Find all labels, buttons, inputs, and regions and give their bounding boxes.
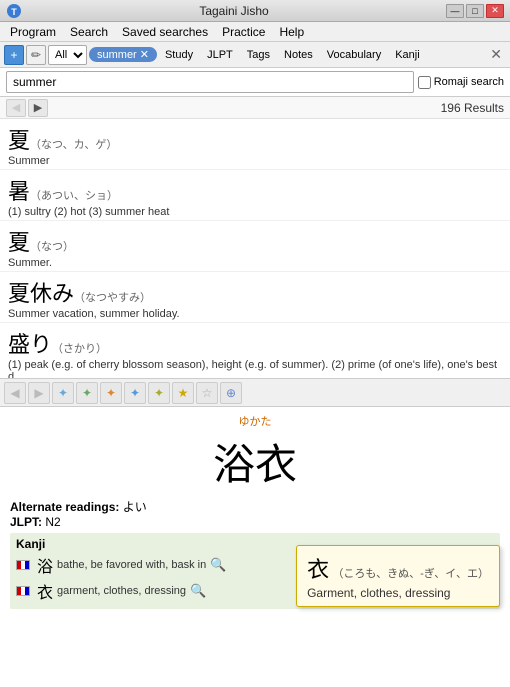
add-button[interactable]: + <box>4 45 24 65</box>
result-item[interactable]: 暑（あつい、ショ） (1) sultry (2) hot (3) summer … <box>0 170 510 221</box>
popup-kanji-line: 衣 （ころも、きぬ、-ぎ、イ、エ） <box>307 552 489 584</box>
action-btn-6[interactable]: ★ <box>172 382 194 404</box>
kanji-meaning-1: bathe, be favored with, bask in <box>57 559 206 571</box>
back-button[interactable]: ◀ <box>6 99 26 117</box>
flag-icon <box>16 560 30 570</box>
tab-vocabulary[interactable]: Vocabulary <box>321 47 387 63</box>
pencil-button[interactable]: ✏ <box>26 45 46 65</box>
history-back-button[interactable]: ◀ <box>4 382 26 404</box>
search-bar: Romaji search <box>0 68 510 97</box>
result-bar: ◀ ▶ 196 Results <box>0 97 510 119</box>
result-kanji-line: 夏（なつ） <box>8 225 502 257</box>
result-item[interactable]: 夏（なつ） Summer. <box>0 221 510 272</box>
result-desc: (1) peak (e.g. of cherry blossom season)… <box>8 359 502 379</box>
minimize-button[interactable]: — <box>446 4 464 18</box>
close-button[interactable]: ✕ <box>486 4 504 18</box>
result-desc: Summer vacation, summer holiday. <box>8 308 502 320</box>
window-controls: — □ ✕ <box>446 4 504 18</box>
detail-alt-readings: Alternate readings: よい <box>10 498 500 515</box>
romaji-checkbox[interactable] <box>418 76 431 89</box>
toolbar: + ✏ All summer ✕ Study JLPT Tags Notes V… <box>0 42 510 68</box>
results-list[interactable]: 夏（なつ、カ、ゲ） Summer 暑（あつい、ショ） (1) sultry (2… <box>0 119 510 379</box>
filter-select[interactable]: All <box>48 45 87 65</box>
tab-kanji[interactable]: Kanji <box>389 47 425 63</box>
result-count: 196 Results <box>441 101 504 115</box>
tab-tags[interactable]: Tags <box>241 47 276 63</box>
action-btn-5[interactable]: ✦ <box>148 382 170 404</box>
kanji-char-1: 浴 <box>37 553 53 577</box>
history-forward-button[interactable]: ▶ <box>28 382 50 404</box>
tab-study[interactable]: Study <box>159 47 199 63</box>
kanji-char-2: 衣 <box>37 579 53 603</box>
menu-search[interactable]: Search <box>64 23 114 41</box>
alt-readings-value: よい <box>123 500 147 514</box>
forward-button[interactable]: ▶ <box>28 99 48 117</box>
action-btn-7[interactable]: ☆ <box>196 382 218 404</box>
kanji-lookup-icon-1[interactable]: 🔍 <box>210 557 226 573</box>
svg-text:T: T <box>11 7 17 17</box>
toolbar-close-icon[interactable]: ✕ <box>486 46 506 63</box>
result-desc: (1) sultry (2) hot (3) summer heat <box>8 206 502 218</box>
tab-jlpt[interactable]: JLPT <box>201 47 239 63</box>
search-input[interactable] <box>6 71 414 93</box>
action-btn-4[interactable]: ✦ <box>124 382 146 404</box>
menu-practice[interactable]: Practice <box>216 23 271 41</box>
menu-help[interactable]: Help <box>273 23 310 41</box>
menu-program[interactable]: Program <box>4 23 62 41</box>
action-btn-1[interactable]: ✦ <box>52 382 74 404</box>
popup-readings: （ころも、きぬ、-ぎ、イ、エ） <box>332 568 489 580</box>
popup-meaning: Garment, clothes, dressing <box>307 586 489 600</box>
result-desc: Summer <box>8 155 502 167</box>
tag-remove-icon[interactable]: ✕ <box>140 48 149 61</box>
title-bar: T Tagaini Jisho — □ ✕ <box>0 0 510 22</box>
result-item[interactable]: 夏休み（なつやすみ） Summer vacation, summer holid… <box>0 272 510 323</box>
action-btn-3[interactable]: ✦ <box>100 382 122 404</box>
popup-kanji: 衣 <box>307 557 329 582</box>
summer-tag[interactable]: summer ✕ <box>89 47 157 62</box>
maximize-button[interactable]: □ <box>466 4 484 18</box>
result-kanji-line: 盛り（さかり） <box>8 327 502 359</box>
result-item[interactable]: 夏（なつ、カ、ゲ） Summer <box>0 119 510 170</box>
jlpt-label: JLPT: <box>10 515 42 529</box>
detail-pane: ゆかた 浴衣 Alternate readings: よい JLPT: N2 K… <box>0 407 510 687</box>
action-btn-8[interactable]: ⊕ <box>220 382 242 404</box>
detail-kanji: 浴衣 <box>10 431 500 492</box>
app-icon: T <box>6 3 22 19</box>
result-kanji-line: 暑（あつい、ショ） <box>8 174 502 206</box>
result-kanji-line: 夏（なつ、カ、ゲ） <box>8 123 502 155</box>
kanji-popup: 衣 （ころも、きぬ、-ぎ、イ、エ） Garment, clothes, dres… <box>296 545 500 607</box>
result-desc: Summer. <box>8 257 502 269</box>
flag-icon <box>16 586 30 596</box>
window-title: Tagaini Jisho <box>22 4 446 18</box>
tab-notes[interactable]: Notes <box>278 47 319 63</box>
menu-saved-searches[interactable]: Saved searches <box>116 23 214 41</box>
menu-bar: Program Search Saved searches Practice H… <box>0 22 510 42</box>
result-kanji-line: 夏休み（なつやすみ） <box>8 276 502 308</box>
kanji-lookup-icon-2[interactable]: 🔍 <box>190 583 206 599</box>
jlpt-level: N2 <box>45 515 60 529</box>
romaji-label: Romaji search <box>418 76 504 89</box>
action-bar: ◀ ▶ ✦ ✦ ✦ ✦ ✦ ★ ☆ ⊕ <box>0 379 510 407</box>
action-btn-2[interactable]: ✦ <box>76 382 98 404</box>
tag-label: summer <box>97 49 137 61</box>
kanji-meaning-2: garment, clothes, dressing <box>57 585 186 597</box>
result-item[interactable]: 盛り（さかり） (1) peak (e.g. of cherry blossom… <box>0 323 510 379</box>
alt-readings-label: Alternate readings: <box>10 500 119 514</box>
detail-furigana: ゆかた <box>10 413 500 429</box>
jlpt-line: JLPT: N2 <box>10 515 500 529</box>
